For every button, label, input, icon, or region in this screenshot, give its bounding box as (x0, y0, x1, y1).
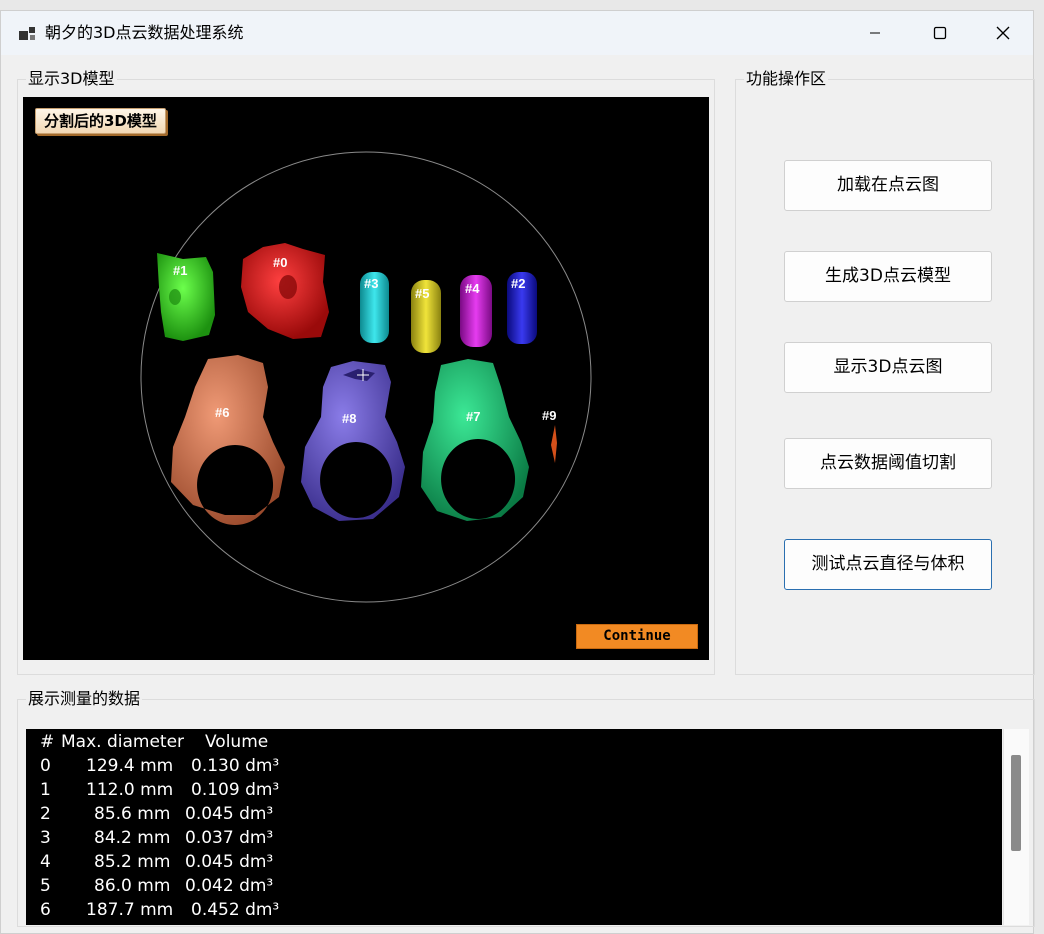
row-diameter: 129.4 mm (86, 756, 174, 776)
console-scrollbar[interactable] (1003, 729, 1029, 925)
segment-7-mesh[interactable] (421, 359, 529, 521)
row-index: 2 (40, 804, 51, 824)
row-diameter: 85.2 mm (94, 852, 171, 872)
close-icon (996, 26, 1010, 40)
generate-3d-model-button[interactable]: 生成3D点云模型 (784, 251, 992, 302)
row-volume: 0.452 dm³ (191, 900, 280, 920)
row-diameter: 84.2 mm (94, 828, 171, 848)
minimize-button[interactable] (843, 11, 907, 55)
row-index: 0 (40, 756, 51, 776)
maximize-icon (933, 26, 947, 40)
minimize-icon (870, 32, 880, 34)
header-diameter: Max. diameter (61, 732, 185, 752)
header-index: # (40, 732, 55, 752)
threshold-segment-button[interactable]: 点云数据阈值切割 (784, 438, 992, 489)
show-3d-point-cloud-button[interactable]: 显示3D点云图 (784, 342, 992, 393)
row-volume: 0.130 dm³ (191, 756, 280, 776)
viewport-title-badge: 分割后的3D模型 (35, 108, 166, 134)
measurement-data-group-label: 展示测量的数据 (26, 688, 143, 710)
model-view-group: 显示3D模型 #0 #1 #2 #3 #4 #5 #6 #7 #8 #9 分割后… (17, 68, 715, 675)
operations-group: 功能操作区 加载在点云图 生成3D点云模型 显示3D点云图 点云数据阈值切割 测… (735, 68, 1035, 675)
header-volume: Volume (205, 732, 269, 752)
operations-group-label: 功能操作区 (744, 68, 829, 90)
row-index: 6 (40, 900, 51, 920)
row-index: 5 (40, 876, 51, 896)
console-scrollbar-thumb[interactable] (1011, 755, 1021, 851)
segment-label-8: #8 (342, 411, 356, 426)
row-index: 4 (40, 852, 51, 872)
segment-9-mesh[interactable] (551, 425, 557, 463)
row-volume: 0.045 dm³ (185, 804, 274, 824)
row-diameter: 112.0 mm (86, 780, 174, 800)
load-point-cloud-button[interactable]: 加载在点云图 (784, 160, 992, 211)
3d-viewport[interactable]: #0 #1 #2 #3 #4 #5 #6 #7 #8 #9 分割后的3D模型 C… (23, 97, 709, 660)
row-volume: 0.045 dm³ (185, 852, 274, 872)
segment-label-5: #5 (415, 286, 429, 301)
measurement-output-console[interactable]: # Max. diameter Volume 0 129.4 mm 0.130 … (26, 729, 1002, 925)
segment-label-3: #3 (364, 276, 378, 291)
segment-label-0: #0 (273, 255, 287, 270)
row-volume: 0.042 dm³ (185, 876, 274, 896)
point-cloud-render: #0 #1 #2 #3 #4 #5 #6 #7 #8 #9 (140, 151, 592, 603)
segment-6-mesh[interactable] (171, 355, 285, 525)
row-diameter: 86.0 mm (94, 876, 171, 896)
segment-8-mesh[interactable] (301, 361, 405, 521)
segment-label-4: #4 (465, 281, 480, 296)
measurement-data-group: 展示测量的数据 # Max. diameter Volume 0 129.4 m… (17, 688, 1035, 927)
row-volume: 0.037 dm³ (185, 828, 274, 848)
row-volume: 0.109 dm³ (191, 780, 280, 800)
close-button[interactable] (971, 11, 1035, 55)
title-bar[interactable]: 朝夕的3D点云数据处理系统 (1, 11, 1033, 55)
row-diameter: 187.7 mm (86, 900, 174, 920)
app-window: 朝夕的3D点云数据处理系统 显示3D模型 #0 #1 #2 #3 #4 #5 #… (0, 10, 1035, 934)
row-index: 1 (40, 780, 51, 800)
segment-label-2: #2 (511, 276, 525, 291)
segment-label-9: #9 (542, 408, 556, 423)
segment-label-1: #1 (173, 263, 187, 278)
window-title: 朝夕的3D点云数据处理系统 (45, 23, 244, 42)
segment-label-7: #7 (466, 409, 480, 424)
row-diameter: 85.6 mm (94, 804, 171, 824)
model-view-group-label: 显示3D模型 (26, 68, 117, 90)
row-index: 3 (40, 828, 51, 848)
maximize-button[interactable] (908, 11, 972, 55)
segment-label-6: #6 (215, 405, 229, 420)
measure-diameter-volume-button[interactable]: 测试点云直径与体积 (784, 539, 992, 590)
continue-button[interactable]: Continue (576, 624, 698, 649)
app-icon (19, 27, 35, 40)
